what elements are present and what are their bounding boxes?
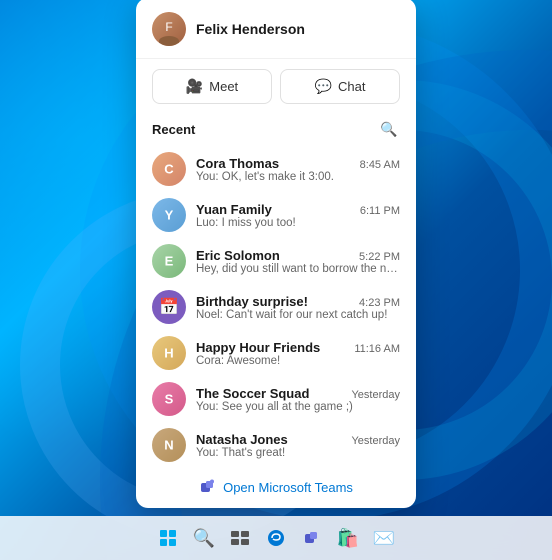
conversation-list: C Cora Thomas 8:45 AMYou: OK, let's make i…	[136, 146, 416, 468]
edge-icon[interactable]	[260, 522, 292, 554]
conv-name: Eric Solomon	[196, 248, 280, 263]
conv-body: Eric Solomon 5:22 PMHey, did you still wa…	[196, 248, 400, 275]
open-teams-button[interactable]: Open Microsoft Teams	[136, 468, 416, 500]
action-buttons: 🎥 Meet 💬 Chat	[136, 59, 416, 114]
taskbar: 🔍 🛍️ ✉️	[0, 516, 552, 560]
teams-taskbar-icon[interactable]	[296, 522, 328, 554]
start-icon[interactable]	[152, 522, 184, 554]
conv-preview: Cora: Awesome!	[196, 355, 400, 367]
conversation-item[interactable]: S The Soccer Squad YesterdayYou: See you a…	[140, 376, 412, 422]
user-avatar-initial: F	[165, 20, 172, 34]
conv-body: Yuan Family 6:11 PMLuo: I miss you too!	[196, 202, 400, 229]
recent-search-button[interactable]: 🔍	[378, 118, 400, 140]
conv-preview: Hey, did you still want to borrow the no…	[196, 263, 400, 275]
conversation-item[interactable]: E Eric Solomon 5:22 PMHey, did you still w…	[140, 238, 412, 284]
conv-name: Birthday surprise!	[196, 294, 308, 309]
conv-name: Cora Thomas	[196, 156, 279, 171]
conv-avatar: H	[152, 336, 186, 370]
conv-time: 4:23 PM	[359, 297, 400, 309]
conv-time: Yesterday	[351, 389, 400, 401]
video-icon: 🎥	[186, 78, 203, 95]
conv-avatar: C	[152, 152, 186, 186]
conversation-item[interactable]: C Cora Thomas 8:45 AMYou: OK, let's make i…	[140, 146, 412, 192]
chat-panel: F Felix Henderson 🎥 Meet 💬 Chat Recent 🔍…	[136, 0, 416, 508]
meet-button[interactable]: 🎥 Meet	[152, 69, 272, 104]
conv-body: Cora Thomas 8:45 AMYou: OK, let's make it…	[196, 156, 400, 183]
search-taskbar-icon[interactable]: 🔍	[188, 522, 220, 554]
conv-name: Happy Hour Friends	[196, 340, 320, 355]
conv-name: The Soccer Squad	[196, 386, 309, 401]
conv-avatar: S	[152, 382, 186, 416]
user-name: Felix Henderson	[196, 21, 305, 37]
user-avatar: F	[152, 12, 186, 46]
recent-title: Recent	[152, 122, 195, 137]
conv-preview: You: That's great!	[196, 447, 400, 459]
conv-preview: You: OK, let's make it 3:00.	[196, 171, 400, 183]
conv-time: 8:45 AM	[360, 159, 400, 171]
chat-label: Chat	[338, 79, 365, 94]
conv-name: Yuan Family	[196, 202, 272, 217]
conv-preview: You: See you all at the game ;)	[196, 401, 400, 413]
conv-avatar: Y	[152, 198, 186, 232]
conv-preview: Noel: Can't wait for our next catch up!	[196, 309, 400, 321]
conv-body: The Soccer Squad YesterdayYou: See you al…	[196, 386, 400, 413]
conv-time: 5:22 PM	[359, 251, 400, 263]
conv-time: Yesterday	[351, 435, 400, 447]
conv-body: Birthday surprise! 4:23 PMNoel: Can't wai…	[196, 294, 400, 321]
conv-body: Happy Hour Friends 11:16 AMCora: Awesome!	[196, 340, 400, 367]
conversation-item[interactable]: Y Yuan Family 6:11 PMLuo: I miss you too!	[140, 192, 412, 238]
conv-avatar: 📅	[152, 290, 186, 324]
conv-body: Natasha Jones YesterdayYou: That's great!	[196, 432, 400, 459]
meet-label: Meet	[209, 79, 238, 94]
conversation-item[interactable]: H Happy Hour Friends 11:16 AMCora: Awesome…	[140, 330, 412, 376]
panel-header: F Felix Henderson	[136, 0, 416, 59]
conv-time: 11:16 AM	[354, 343, 400, 355]
taskview-icon[interactable]	[224, 522, 256, 554]
conversation-item[interactable]: N Natasha Jones YesterdayYou: That's great…	[140, 422, 412, 468]
teams-logo-icon	[199, 478, 217, 496]
open-teams-label: Open Microsoft Teams	[223, 480, 353, 495]
conv-time: 6:11 PM	[360, 205, 400, 217]
chat-icon: 💬	[315, 78, 332, 95]
conv-preview: Luo: I miss you too!	[196, 217, 400, 229]
recent-header: Recent 🔍	[136, 114, 416, 146]
store-icon[interactable]: 🛍️	[332, 522, 364, 554]
mail-icon[interactable]: ✉️	[368, 522, 400, 554]
conversation-item[interactable]: 📅 Birthday surprise! 4:23 PMNoel: Can't wa…	[140, 284, 412, 330]
conv-avatar: E	[152, 244, 186, 278]
chat-button[interactable]: 💬 Chat	[280, 69, 400, 104]
conv-avatar: N	[152, 428, 186, 462]
conv-name: Natasha Jones	[196, 432, 288, 447]
